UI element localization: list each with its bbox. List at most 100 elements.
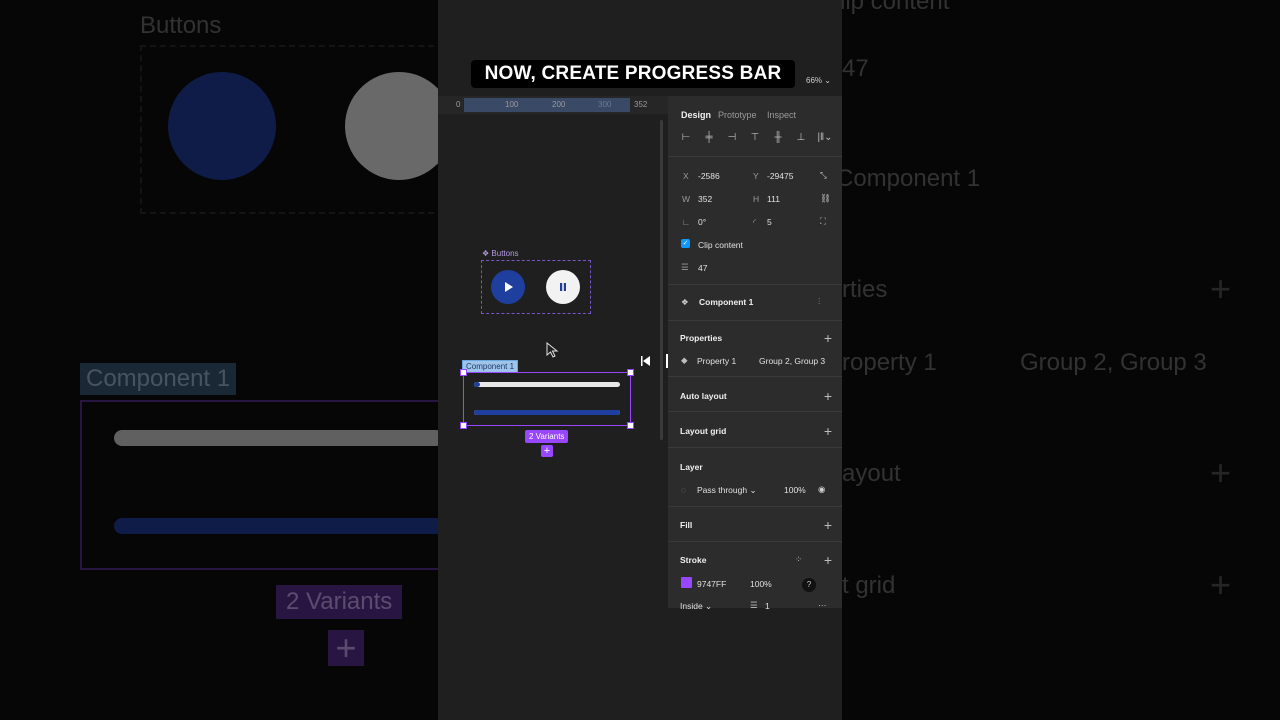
design-canvas[interactable]: 0 100 200 300 352 ❖ Buttons Component 1 (438, 96, 668, 626)
variants-badge[interactable]: 2 Variants (525, 430, 569, 443)
property-name[interactable]: Property 1 (697, 356, 736, 366)
h-input[interactable]: 111 (767, 194, 780, 204)
add-stroke-icon[interactable]: + (824, 553, 832, 567)
add-auto-layout-icon[interactable]: + (824, 389, 832, 403)
add-property-icon[interactable]: + (824, 331, 832, 345)
align-right-icon[interactable]: ⊣ (726, 132, 738, 144)
figma-window: 66% ⌄ 0 100 200 300 352 ❖ Buttons Compon… (438, 0, 842, 720)
x-input[interactable]: -2586 (698, 171, 720, 181)
resize-handle[interactable] (460, 422, 467, 429)
y-input[interactable]: -29475 (767, 171, 793, 181)
constrain-proportions-icon[interactable]: ⛓ (820, 193, 831, 204)
independent-corners-icon[interactable]: ⛶ (820, 216, 826, 227)
resize-handle[interactable] (460, 369, 467, 376)
add-variant-button[interactable]: + (541, 445, 553, 457)
bg-play-button (168, 72, 276, 180)
add-fill-icon[interactable]: + (824, 518, 832, 532)
video-caption: NOW, CREATE PROGRESS BAR (471, 60, 795, 88)
spacing-icon: ☰ (681, 262, 689, 272)
x-label: X (683, 171, 689, 181)
bg-right-item: lip content (842, 0, 950, 15)
w-label: W (682, 194, 691, 204)
bg-progress-filled (114, 518, 438, 534)
stroke-opacity-input[interactable]: 100% (750, 579, 772, 589)
stroke-position-dropdown[interactable]: Inside ⌄ (680, 601, 712, 612)
layer-opacity-input[interactable]: 100% (784, 485, 806, 495)
align-left-icon[interactable]: ⊢ (680, 132, 692, 144)
pause-button[interactable] (546, 270, 580, 304)
resize-handle[interactable] (627, 369, 634, 376)
bg-right-item: 47 (842, 55, 869, 82)
horizontal-ruler: 0 100 200 300 352 (438, 96, 668, 114)
tab-design[interactable]: Design (681, 110, 711, 120)
tab-inspect[interactable]: Inspect (767, 110, 796, 120)
buttons-frame[interactable] (481, 260, 591, 314)
layout-grid-title: Layout grid (680, 426, 727, 436)
bg-plus-icon: + (1210, 268, 1232, 309)
divider (668, 411, 842, 412)
background-right-mirror: lip content 47 Component 1 rties + roper… (842, 0, 1280, 720)
play-button[interactable] (491, 270, 525, 304)
property-value[interactable]: Group 2, Group 3 (759, 356, 825, 366)
progress-bar-filled[interactable] (474, 410, 620, 415)
layer-title: Layer (680, 462, 703, 472)
bg-component-frame (80, 400, 438, 570)
help-button[interactable]: ? (802, 578, 816, 592)
stroke-weight-input[interactable]: 1 (765, 601, 770, 611)
more-options-icon[interactable]: ⋯ (818, 600, 827, 611)
spacing-input[interactable]: 47 (698, 263, 707, 273)
bg-variants-plus: + (328, 630, 364, 666)
align-center-h-icon[interactable]: ╪ (703, 132, 715, 144)
bg-right-item: ayout (842, 460, 901, 487)
stroke-color-input[interactable]: 9747FF (697, 579, 726, 589)
buttons-frame-label[interactable]: ❖ Buttons (482, 249, 519, 258)
align-bottom-icon[interactable]: ⊥ (795, 132, 807, 144)
eye-icon[interactable]: ◉ (818, 484, 825, 495)
stroke-styles-icon[interactable]: ⁘ (795, 554, 802, 565)
blend-mode-dropdown[interactable]: Pass through ⌄ (697, 485, 757, 496)
bg-right-item: Group 2, Group 3 (1020, 349, 1207, 376)
cursor-icon (546, 342, 559, 358)
zoom-dropdown[interactable]: 66% ⌄ (806, 76, 831, 85)
fill-title: Fill (680, 520, 693, 530)
corner-radius-input[interactable]: 5 (767, 217, 772, 227)
bg-plus-icon: + (1210, 564, 1232, 605)
ruler-tick: 300 (598, 100, 612, 109)
align-top-icon[interactable]: ⊤ (749, 132, 761, 144)
design-panel: Design Prototype Inspect ⊢ ╪ ⊣ ⊤ ╫ ⊥ |‖⌄… (668, 96, 842, 611)
component-name[interactable]: Component 1 (699, 297, 753, 307)
component-settings-icon[interactable]: ⫶ (818, 296, 820, 307)
ruler-tick: 200 (552, 100, 566, 109)
w-input[interactable]: 352 (698, 194, 712, 204)
divider (668, 447, 842, 448)
rotation-input[interactable]: 0° (698, 217, 706, 227)
vertical-scrollbar[interactable] (660, 120, 663, 440)
divider (668, 376, 842, 377)
bg-buttons-title: Buttons (140, 12, 222, 39)
bg-right-item: roperty 1 (842, 349, 937, 376)
distribute-icon[interactable]: |‖⌄ (816, 132, 834, 144)
tab-prototype[interactable]: Prototype (718, 110, 757, 120)
fit-icon[interactable]: ⤡ (820, 170, 827, 181)
align-center-v-icon[interactable]: ╫ (772, 132, 784, 144)
clip-content-checkbox[interactable]: ✓ (681, 239, 690, 248)
divider (668, 541, 842, 542)
background-left-mirror: Buttons Component 1 2 Variants + (0, 0, 438, 720)
add-layout-grid-icon[interactable]: + (824, 424, 832, 438)
resize-handle[interactable] (627, 422, 634, 429)
y-label: Y (753, 171, 759, 181)
spacing-handle-icon[interactable] (639, 354, 653, 368)
progress-fill-filled (474, 410, 620, 415)
component-frame[interactable] (460, 369, 634, 429)
component-icon: ❖ (681, 297, 689, 307)
rotation-icon: ∟ (682, 217, 691, 227)
divider (668, 506, 842, 507)
bg-plus-icon: + (1210, 452, 1232, 493)
ruler-tick: 100 (505, 100, 519, 109)
stroke-color-swatch[interactable] (681, 577, 692, 588)
play-icon (505, 282, 513, 292)
ruler-tick: 352 (634, 100, 648, 109)
blend-mode-icon: ◌ (681, 485, 687, 495)
ruler-tick: 0 (456, 100, 461, 109)
progress-bar-light[interactable] (474, 382, 620, 387)
